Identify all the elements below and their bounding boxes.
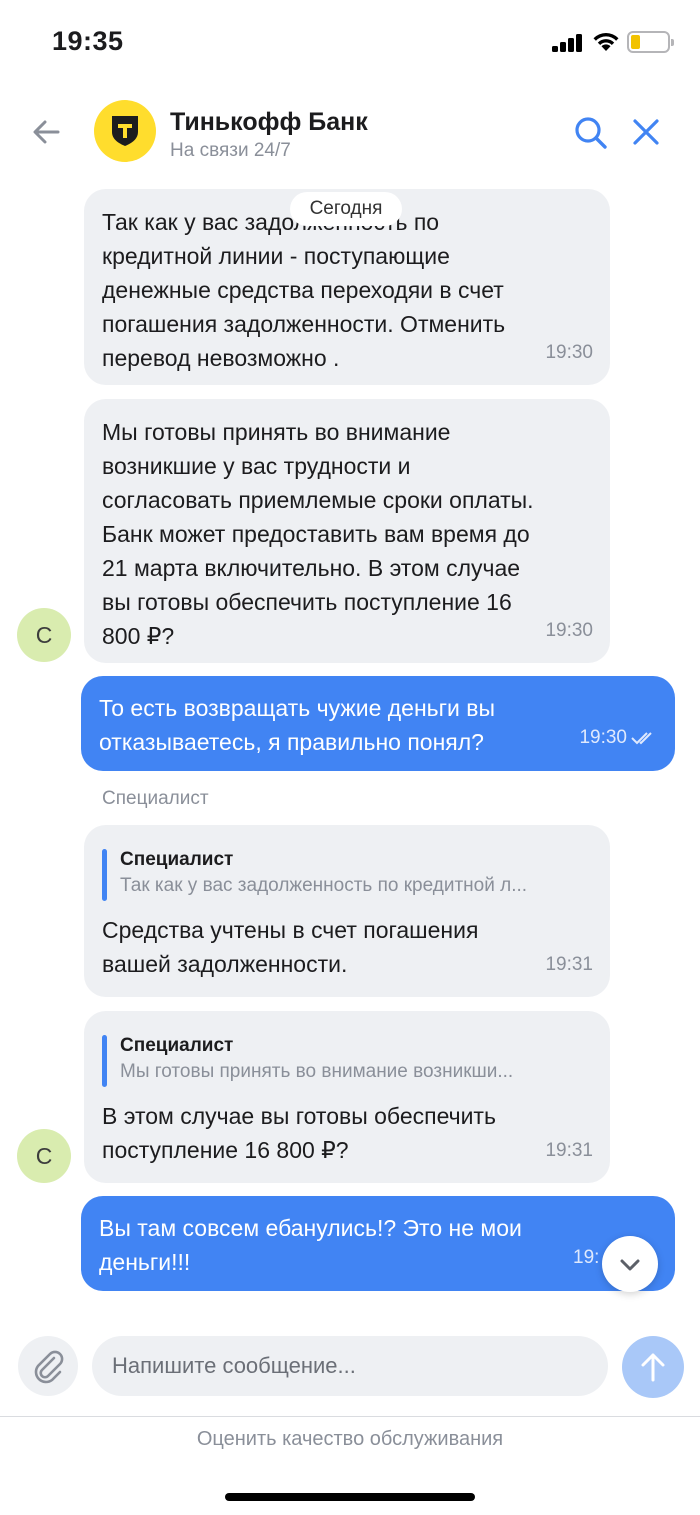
quote-author: Специалист <box>120 849 234 870</box>
message-list[interactable]: Так как у вас задолженность по кредитной… <box>0 178 700 1318</box>
paperclip-icon <box>34 1350 64 1384</box>
wifi-icon <box>593 33 619 51</box>
message-time: 19:31 <box>545 954 593 975</box>
message-text: Средства учтены в счет погашения вашей з… <box>102 917 479 977</box>
message-text: В этом случае вы готовы обеспечить посту… <box>102 1103 496 1163</box>
battery-icon <box>627 31 674 53</box>
scroll-to-bottom-button[interactable] <box>602 1236 658 1292</box>
close-icon[interactable] <box>632 118 660 146</box>
message-time-status: 19:30 <box>579 721 657 755</box>
quote-text: Мы готовы принять во внимание возникши..… <box>120 1061 514 1082</box>
incoming-message[interactable]: Мы готовы принять во внимание возникшие … <box>84 399 610 663</box>
message-time: 19:30 <box>545 342 593 363</box>
status-bar: 19:35 <box>0 0 700 86</box>
quoted-message[interactable]: Специалист Так как у вас задолженность п… <box>102 847 592 901</box>
chat-title: Тинькофф Банк <box>170 108 368 136</box>
bank-logo <box>94 100 156 162</box>
message-composer <box>0 1318 700 1416</box>
message-text: То есть возвращать чужие деньги вы отказ… <box>99 695 496 755</box>
agent-avatar: С <box>17 608 71 662</box>
quoted-message[interactable]: Специалист Мы готовы принять во внимание… <box>102 1033 592 1087</box>
message-time: 19:30 <box>579 727 627 748</box>
message-text: Мы готовы принять во внимание возникшие … <box>102 419 534 649</box>
sender-label: Специалист <box>102 788 209 809</box>
read-checkmarks-icon <box>631 732 652 745</box>
incoming-message[interactable]: Специалист Мы готовы принять во внимание… <box>84 1011 610 1183</box>
cellular-signal-icon <box>552 34 584 52</box>
quote-author: Специалист <box>120 1035 234 1056</box>
rate-service-link[interactable]: Оценить качество обслуживания <box>0 1428 700 1451</box>
message-time: 19:31 <box>545 1140 593 1161</box>
search-icon[interactable] <box>574 116 608 150</box>
date-separator: Сегодня <box>290 192 402 226</box>
attach-button[interactable] <box>18 1336 78 1396</box>
tinkoff-shield-icon <box>112 116 138 146</box>
message-input[interactable] <box>92 1336 608 1396</box>
footer-divider <box>0 1416 700 1417</box>
home-indicator <box>225 1493 475 1501</box>
agent-avatar: С <box>17 1129 71 1183</box>
chat-header: Тинькофф Банк На связи 24/7 <box>0 86 700 178</box>
outgoing-message[interactable]: Вы там совсем ебанулись!? Это не мои ден… <box>81 1196 675 1291</box>
arrow-up-icon <box>641 1353 665 1382</box>
message-time: 19: <box>573 1247 600 1268</box>
chat-subtitle: На связи 24/7 <box>170 140 291 161</box>
quote-text: Так как у вас задолженность по кредитной… <box>120 875 528 896</box>
chevron-down-icon <box>620 1259 640 1271</box>
outgoing-message[interactable]: То есть возвращать чужие деньги вы отказ… <box>81 676 675 771</box>
message-time: 19:30 <box>545 620 593 641</box>
send-button[interactable] <box>622 1336 684 1398</box>
status-time: 19:35 <box>52 26 124 56</box>
back-arrow-icon[interactable] <box>28 116 64 148</box>
message-text: Так как у вас задолженность по кредитной… <box>102 209 506 371</box>
incoming-message[interactable]: Специалист Так как у вас задолженность п… <box>84 825 610 997</box>
